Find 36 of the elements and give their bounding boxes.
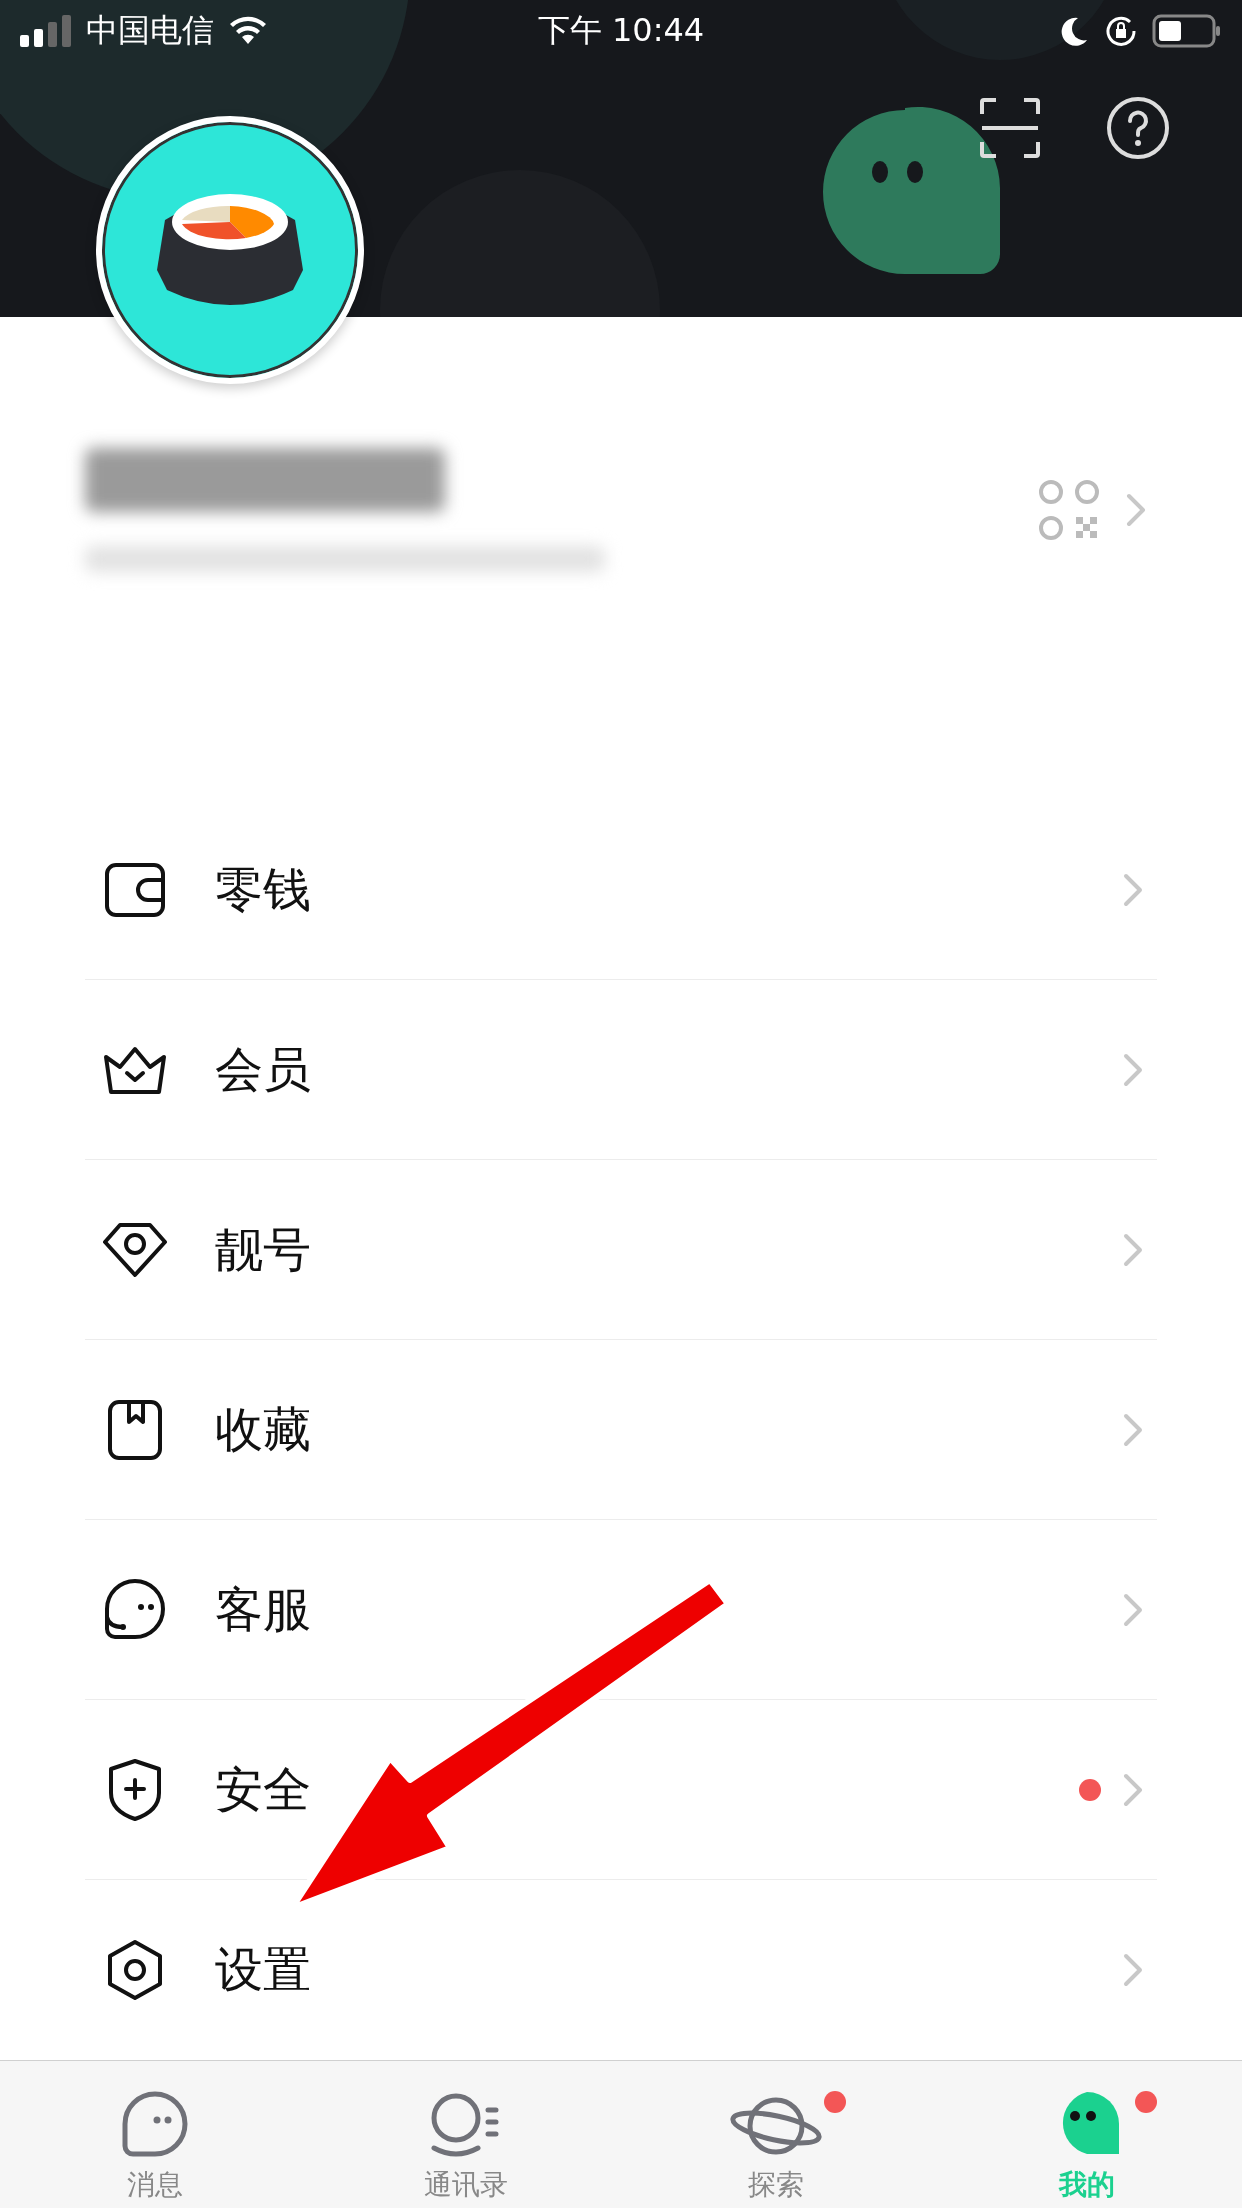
headset-face-icon <box>103 1578 167 1641</box>
rotation-lock-icon <box>1104 14 1138 48</box>
chat-bubble-icon <box>121 2090 190 2158</box>
menu-label: 零钱 <box>215 859 312 919</box>
menu-label: 收藏 <box>215 1399 312 1459</box>
chevron-icon <box>1123 1592 1143 1627</box>
menu-label: 安全 <box>215 1759 312 1819</box>
help-icon[interactable] <box>1106 96 1170 160</box>
chevron-icon <box>1123 1232 1143 1267</box>
chevron-icon <box>1123 1772 1143 1807</box>
diamond-icon <box>102 1221 168 1278</box>
menu-label: 靓号 <box>215 1219 312 1279</box>
scan-icon[interactable] <box>978 96 1042 160</box>
chevron-icon <box>1123 1412 1143 1447</box>
shield-icon <box>107 1757 163 1822</box>
menu-label: 客服 <box>215 1579 312 1639</box>
menu-label: 设置 <box>215 1940 312 1999</box>
menu-row[interactable]: 设置 <box>85 1880 1157 2060</box>
wallet-icon <box>104 861 166 918</box>
clock-time: 下午 10:44 <box>537 10 705 51</box>
crown-icon <box>102 1044 168 1095</box>
signal-icon <box>20 15 74 47</box>
menu-row[interactable]: 收藏 <box>85 1340 1157 1520</box>
battery-icon <box>1152 14 1222 48</box>
bookmark-icon <box>107 1398 163 1461</box>
menu-label: 会员 <box>215 1039 312 1099</box>
chevron-icon <box>1123 1052 1143 1087</box>
wifi-icon <box>228 16 268 46</box>
moon-icon <box>1060 16 1088 46</box>
chevron-icon <box>1123 872 1143 907</box>
chevron-icon <box>1123 1953 1143 1987</box>
menu-row[interactable]: 零钱 <box>85 800 1157 980</box>
chevron-icon <box>1126 493 1146 527</box>
carrier-name: 中国电信 <box>86 10 214 51</box>
menu-row[interactable]: 会员 <box>85 980 1157 1160</box>
menu-row[interactable]: 靓号 <box>85 1160 1157 1340</box>
